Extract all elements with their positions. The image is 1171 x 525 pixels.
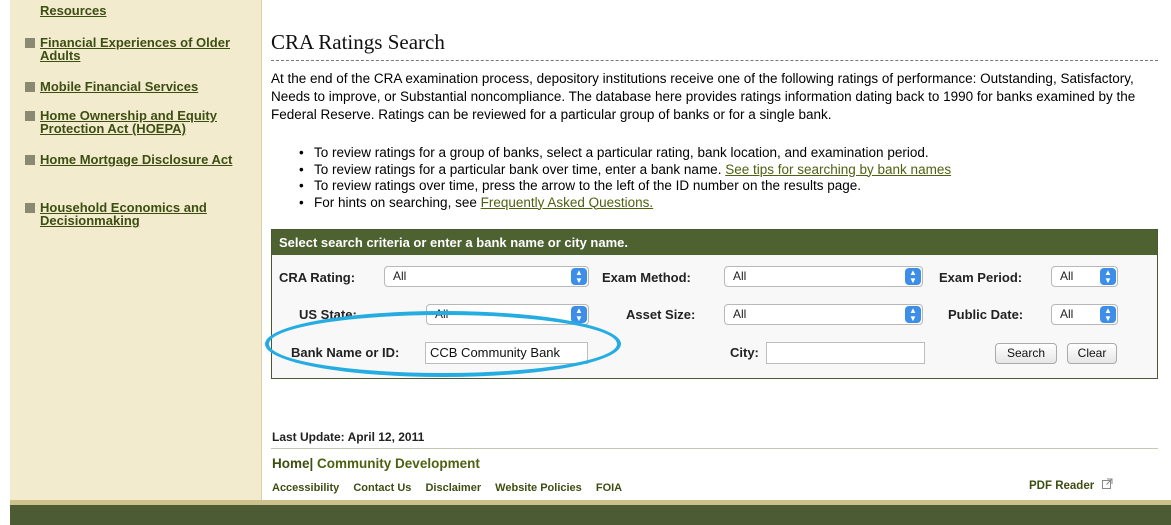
page-title: CRA Ratings Search bbox=[271, 30, 445, 54]
search-button[interactable]: Search bbox=[995, 343, 1057, 364]
community-development-link[interactable]: Community Development bbox=[313, 456, 480, 471]
exam-method-value: All bbox=[733, 269, 747, 283]
pdf-reader-label: PDF Reader bbox=[1029, 480, 1095, 492]
city-input[interactable] bbox=[766, 342, 925, 364]
exam-method-label: Exam Method: bbox=[602, 270, 691, 285]
last-update: Last Update: April 12, 2011 bbox=[272, 430, 425, 444]
search-panel-header: Select search criteria or enter a bank n… bbox=[272, 230, 1157, 255]
home-link[interactable]: Home| bbox=[272, 456, 313, 471]
list-item-text: To review ratings for a particular bank … bbox=[314, 161, 726, 177]
intro-paragraph: At the end of the CRA examination proces… bbox=[271, 71, 1136, 122]
asset-size-value: All bbox=[733, 307, 747, 321]
title-divider bbox=[271, 60, 1158, 61]
faq-link[interactable]: Frequently Asked Questions. bbox=[481, 195, 654, 210]
cra-rating-label: CRA Rating: bbox=[279, 270, 356, 285]
square-bullet-icon bbox=[25, 111, 35, 121]
list-item: For hints on searching, see Frequently A… bbox=[298, 195, 1158, 212]
disclaimer-link[interactable]: Disclaimer bbox=[425, 482, 481, 494]
updown-chevron-icon: ▲ ▼ bbox=[905, 268, 921, 285]
main-content: CRA Ratings Search At the end of the CRA… bbox=[262, 0, 1171, 500]
sidebar-link-household-economics[interactable]: Household Economics and Decisionmaking bbox=[40, 201, 250, 227]
asset-size-select[interactable]: All ▲ ▼ bbox=[724, 304, 923, 325]
cra-rating-value: All bbox=[393, 269, 407, 283]
footer-breadcrumb: Home| Community Development bbox=[272, 456, 480, 471]
list-item-text: For hints on searching, see bbox=[314, 194, 481, 210]
pdf-reader-link[interactable]: PDF Reader bbox=[1029, 478, 1113, 492]
foia-link[interactable]: FOIA bbox=[596, 482, 622, 494]
updown-chevron-icon: ▲ ▼ bbox=[905, 306, 921, 323]
sidebar-link-hoepa[interactable]: Home Ownership and Equity Protection Act… bbox=[40, 109, 250, 135]
updown-chevron-icon: ▲ ▼ bbox=[1100, 268, 1116, 285]
highlight-oval bbox=[265, 311, 621, 377]
square-bullet-icon bbox=[25, 203, 35, 213]
sidebar: Resources Financial Experiences of Older… bbox=[10, 0, 262, 500]
exam-period-value: All bbox=[1060, 269, 1074, 283]
list-item: To review ratings over time, press the a… bbox=[298, 178, 1158, 195]
city-label: City: bbox=[730, 345, 759, 360]
footer-bar bbox=[10, 500, 1171, 525]
exam-period-select[interactable]: All ▲ ▼ bbox=[1051, 266, 1118, 287]
bank-name-tips-link[interactable]: See tips for searching by bank names bbox=[725, 162, 951, 177]
exam-method-select[interactable]: All ▲ ▼ bbox=[724, 266, 923, 287]
updown-chevron-icon: ▲ ▼ bbox=[571, 306, 587, 323]
exam-period-label: Exam Period: bbox=[939, 270, 1023, 285]
cra-rating-select[interactable]: All ▲ ▼ bbox=[384, 266, 589, 287]
public-date-select[interactable]: All ▲ ▼ bbox=[1051, 304, 1118, 325]
asset-size-label: Asset Size: bbox=[626, 307, 696, 322]
sidebar-link-mobile-financial[interactable]: Mobile Financial Services bbox=[40, 80, 250, 93]
square-bullet-icon bbox=[25, 38, 35, 48]
footer-divider bbox=[271, 448, 1158, 449]
external-link-icon bbox=[1102, 478, 1113, 492]
updown-chevron-icon: ▲ ▼ bbox=[1100, 306, 1116, 323]
updown-chevron-icon: ▲ ▼ bbox=[571, 268, 587, 285]
clear-button[interactable]: Clear bbox=[1067, 343, 1117, 364]
list-item-text: To review ratings for a group of banks, … bbox=[314, 145, 929, 160]
square-bullet-icon bbox=[25, 82, 35, 92]
sidebar-link-hmda[interactable]: Home Mortgage Disclosure Act bbox=[40, 153, 250, 166]
square-bullet-icon bbox=[25, 155, 35, 165]
accessibility-link[interactable]: Accessibility bbox=[272, 482, 339, 494]
contact-us-link[interactable]: Contact Us bbox=[353, 482, 411, 494]
sidebar-link-resources[interactable]: Resources bbox=[40, 4, 250, 17]
public-date-label: Public Date: bbox=[948, 307, 1024, 322]
sidebar-link-financial-experiences[interactable]: Financial Experiences of Older Adults bbox=[40, 36, 250, 62]
list-item: To review ratings for a particular bank … bbox=[298, 162, 1158, 179]
instructions-list: To review ratings for a group of banks, … bbox=[298, 145, 1158, 211]
public-date-value: All bbox=[1060, 307, 1074, 321]
footer-links: Accessibility Contact Us Disclaimer Webs… bbox=[272, 482, 633, 494]
website-policies-link[interactable]: Website Policies bbox=[495, 482, 582, 494]
list-item: To review ratings for a group of banks, … bbox=[298, 145, 1158, 162]
list-item-text: To review ratings over time, press the a… bbox=[314, 178, 862, 193]
